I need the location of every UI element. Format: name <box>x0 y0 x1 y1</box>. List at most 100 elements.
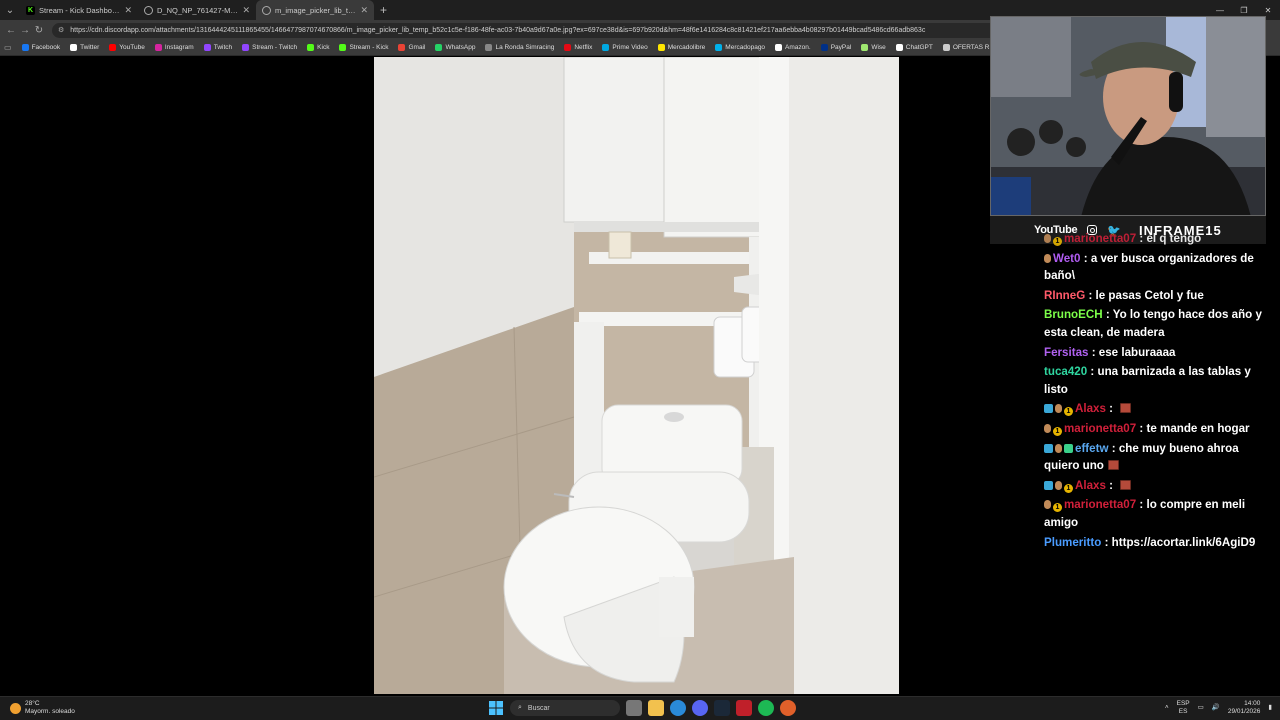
screen: ⌄ K Stream - Kick Dashboard ✕ D_NQ_NP_76… <box>0 0 1280 720</box>
bookmark-item[interactable]: Mercadopago <box>715 44 765 51</box>
bookmark-item[interactable]: Gmail <box>398 44 425 51</box>
bookmark-item[interactable]: Amazon. <box>775 44 811 51</box>
chat-username[interactable]: marionetta07 <box>1064 422 1136 435</box>
browser-tab[interactable]: D_NQ_NP_761427-MLA836483400 ✕ <box>138 0 256 20</box>
tray-chevron-icon[interactable]: ˄ <box>1165 704 1169 712</box>
tab-list-button[interactable]: ⌄ <box>0 0 20 20</box>
chat-username[interactable]: marionetta07 <box>1064 232 1136 245</box>
globe-icon <box>144 5 153 15</box>
cube-badge-icon <box>1044 480 1053 490</box>
bookmark-item[interactable]: PayPal <box>820 44 852 51</box>
browser-tab[interactable]: K Stream - Kick Dashboard ✕ <box>20 0 138 20</box>
notification-icon[interactable]: ▮ <box>1268 704 1272 712</box>
cube-badge-icon <box>1044 404 1053 414</box>
bookmark-favicon-icon <box>564 44 572 51</box>
chat-username[interactable]: effetw <box>1075 442 1109 455</box>
chat-username[interactable]: Alaxs <box>1075 479 1106 492</box>
chat-message: Plumeritto : https://acortar.link/6AgiD9 <box>1044 534 1264 552</box>
taskbar-search[interactable]: ⌕ Buscar <box>510 700 620 716</box>
bookmark-label: Amazon. <box>785 44 811 51</box>
bookmark-item[interactable]: Facebook <box>21 44 60 51</box>
weather-temp: 28°C <box>25 700 40 707</box>
bookmark-item[interactable]: YouTube <box>109 44 145 51</box>
lang-code: ESP <box>1176 700 1190 707</box>
chat-separator: : <box>1136 421 1147 435</box>
discord-icon[interactable] <box>692 700 708 716</box>
steam-icon[interactable] <box>714 700 730 716</box>
spotify-icon[interactable] <box>758 700 774 716</box>
hand-badge-icon <box>1044 500 1051 510</box>
chat-text: te mande en hogar <box>1146 421 1250 435</box>
weather-widget[interactable]: 28°C Mayorm. soleado <box>10 700 75 716</box>
chat-username[interactable]: BrunoECH <box>1044 308 1103 321</box>
edge-icon[interactable] <box>670 700 686 716</box>
globe-icon <box>262 5 271 15</box>
bookmark-item[interactable]: Twitter <box>70 44 99 51</box>
forward-icon[interactable]: → <box>18 25 32 36</box>
apps-icon[interactable]: ▭ <box>4 43 12 52</box>
bookmark-item[interactable]: Stream - Kick <box>339 44 388 51</box>
bookmark-favicon-icon <box>435 44 443 51</box>
tab-close-icon[interactable]: ✕ <box>360 5 368 16</box>
search-icon: ⌕ <box>518 704 522 711</box>
new-tab-icon[interactable]: + <box>374 3 393 17</box>
tab-close-icon[interactable]: ✕ <box>242 5 250 16</box>
bookmark-item[interactable]: Netflix <box>564 44 592 51</box>
hand-badge-icon <box>1055 443 1062 453</box>
bookmark-item[interactable]: La Ronda Simracing <box>485 44 554 51</box>
bookmark-favicon-icon <box>942 44 950 51</box>
reload-icon[interactable]: ↻ <box>32 25 46 36</box>
chat-username[interactable]: marionetta07 <box>1064 498 1136 511</box>
chat-username[interactable]: RInneG <box>1044 289 1085 302</box>
bookmark-item[interactable]: WhatsApp <box>435 44 475 51</box>
bookmark-label: Instagram <box>164 44 194 51</box>
back-icon[interactable]: ← <box>4 25 18 36</box>
chat-message: Wet0 : a ver busca organizadores de baño… <box>1044 250 1264 285</box>
browser-tab-active[interactable]: m_image_picker_lib_temp_b52c1c ✕ <box>256 0 374 20</box>
task-view-icon[interactable] <box>626 700 642 716</box>
windows-start-icon[interactable] <box>488 700 504 716</box>
bookmark-item[interactable]: Kick <box>307 44 329 51</box>
volume-icon[interactable]: 🔊 <box>1212 704 1220 712</box>
clock-time: 14:00 <box>1244 700 1261 707</box>
bookmark-label: PayPal <box>830 44 852 51</box>
chat-username[interactable]: Alaxs <box>1075 402 1106 415</box>
chat-username[interactable]: Plumeritto <box>1044 536 1101 549</box>
bookmark-item[interactable]: Prime Video <box>602 44 648 51</box>
app-icon[interactable] <box>736 700 752 716</box>
chat-separator: : <box>1101 535 1112 549</box>
kick-icon: K <box>26 5 35 15</box>
bookmark-label: Mercadopago <box>725 44 766 51</box>
url-text: https://cdn.discordapp.com/attachments/1… <box>70 26 926 34</box>
sub-badge-icon: 1 <box>1053 237 1062 246</box>
sun-icon <box>10 702 21 714</box>
bookmark-item[interactable]: Twitch <box>203 44 232 51</box>
bookmark-item[interactable]: ChatGPT <box>895 44 933 51</box>
network-icon[interactable]: ▭ <box>1198 704 1204 712</box>
language-indicator[interactable]: ESP ES <box>1177 700 1190 716</box>
clock[interactable]: 14:00 29/01/2026 <box>1228 700 1261 716</box>
chat-username[interactable]: tuca420 <box>1044 365 1087 378</box>
tab-title: D_NQ_NP_761427-MLA836483400 <box>157 5 238 15</box>
chat-separator: : <box>1136 232 1147 245</box>
site-info-icon[interactable]: ⚙ <box>58 26 64 34</box>
windows-taskbar: 28°C Mayorm. soleado ⌕ Buscar ˄ ESP ES ▭… <box>0 696 1280 720</box>
file-explorer-icon[interactable] <box>648 700 664 716</box>
bookmark-favicon-icon <box>203 44 211 51</box>
bookmark-item[interactable]: Instagram <box>154 44 194 51</box>
chat-message: Fersitas : ese laburaaaa <box>1044 344 1264 362</box>
tab-close-icon[interactable]: ✕ <box>124 5 132 16</box>
chat-username[interactable]: Fersitas <box>1044 346 1088 359</box>
bookmark-item[interactable]: Mercadolibre <box>657 44 705 51</box>
hand-badge-icon <box>1055 404 1062 414</box>
search-placeholder: Buscar <box>527 704 550 712</box>
tab-title: m_image_picker_lib_temp_b52c1c <box>275 5 357 15</box>
bookmark-label: Netflix <box>574 44 593 51</box>
bookmark-item[interactable]: Wise <box>861 44 886 51</box>
bookmark-item[interactable]: Stream - Twitch <box>242 44 297 51</box>
chat-username[interactable]: Wet0 <box>1053 252 1081 265</box>
firefox-icon[interactable] <box>780 700 796 716</box>
bookmark-favicon-icon <box>70 44 78 51</box>
chat-message: BrunoECH : Yo lo tengo hace dos año y es… <box>1044 306 1264 341</box>
bookmark-favicon-icon <box>485 44 493 51</box>
